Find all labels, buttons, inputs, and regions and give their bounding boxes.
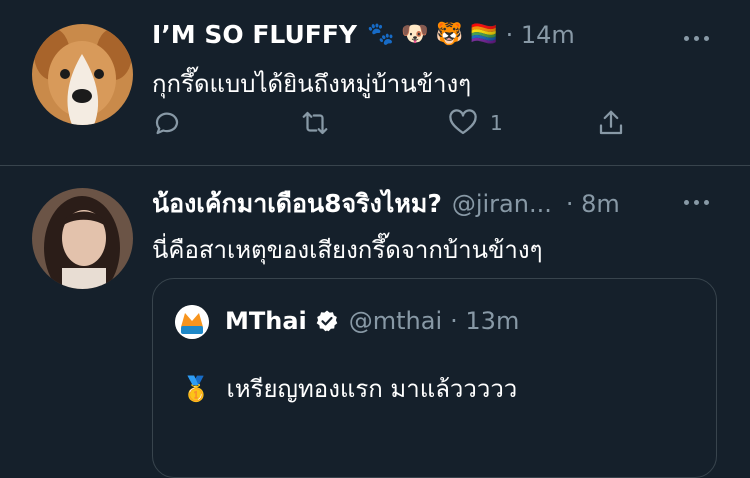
tweet-text: นี่คือสาเหตุของเสียงกรึ๊ดจากบ้านข้างๆ [152,236,543,264]
medal-emoji: 🥇 [181,375,211,403]
reply-button[interactable] [152,108,182,138]
reply-icon [155,112,179,135]
name-emojis: 🐾 🐶 🐯 🏳️‍🌈 [367,21,498,47]
like-button[interactable]: 1 [448,108,503,138]
share-icon [599,110,623,135]
tweet-card[interactable]: I’M SO FLUFFY 🐾 🐶 🐯 🏳️‍🌈 · 14m กุกรึ๊ดแบ… [0,0,750,166]
more-options-icon[interactable] [684,200,709,205]
dog-avatar-image [32,24,133,125]
share-button[interactable] [596,108,626,138]
verified-badge-icon [316,310,338,332]
mthai-avatar[interactable] [175,305,209,339]
action-bar: 1 [152,108,642,148]
quoted-handle[interactable]: @mthai [349,307,442,335]
display-name[interactable]: I’M SO FLUFFY [152,20,357,49]
quoted-tweet-text: 🥇 เหรียญทองแรก มาแล้ววววว [181,369,517,408]
tweet-header: น้องเค้กมาเดือน8จริงไหม? @jiran... · 8m [152,184,620,224]
heart-icon [449,109,477,135]
timestamp[interactable]: · 8m [566,190,620,218]
retweet-icon [302,111,328,135]
avatar[interactable] [32,188,133,289]
person-avatar-image [32,188,133,289]
timestamp[interactable]: · 14m [506,21,575,49]
quoted-timestamp[interactable]: · 13m [450,307,519,335]
tweet-header: I’M SO FLUFFY 🐾 🐶 🐯 🏳️‍🌈 · 14m [152,20,575,49]
mthai-logo-icon [175,305,209,339]
quoted-tweet[interactable]: MThai @mthai · 13m 🥇 เหรียญทองแรก มาแล้ว… [152,278,717,478]
like-count: 1 [490,111,503,135]
display-name[interactable]: น้องเค้กมาเดือน8จริงไหม? [152,184,442,224]
quoted-display-name[interactable]: MThai [225,307,307,335]
more-options-icon[interactable] [684,36,709,41]
retweet-button[interactable] [300,108,330,138]
handle[interactable]: @jiran... [452,190,552,218]
tweet-text: กุกรึ๊ดแบบได้ยินถึงหมู่บ้านข้างๆ [152,70,472,98]
quoted-tweet-header: MThai @mthai · 13m [225,307,519,335]
quoted-text: เหรียญทองแรก มาแล้ววววว [226,375,518,403]
avatar[interactable] [32,24,133,125]
